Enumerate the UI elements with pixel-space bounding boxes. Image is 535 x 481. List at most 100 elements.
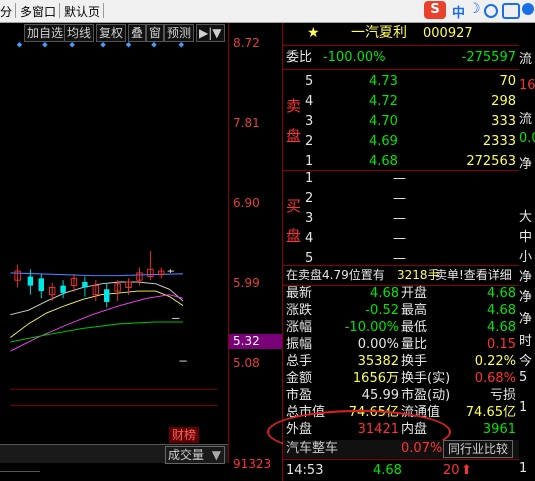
stat-value: 4.68 xyxy=(370,286,399,301)
stat-value: 0.22% xyxy=(474,354,516,369)
industry-compare-button[interactable]: 同行业比较 xyxy=(443,440,514,458)
edge-item: 流 xyxy=(519,112,533,127)
large-order-notice[interactable]: 在卖盘4.79位置有 3218手 卖单!查看详细 xyxy=(283,266,519,285)
buy-level-index: 1 xyxy=(305,171,314,186)
sell-level-price: 4.70 xyxy=(369,114,398,129)
sector-name[interactable]: 汽车整车 xyxy=(286,440,338,458)
buy-level-price: — xyxy=(393,231,406,246)
notice-volume: 3218手 xyxy=(397,268,440,282)
sogou-ime-icon[interactable]: S xyxy=(424,1,446,19)
sector-pct: 0.07% xyxy=(401,441,443,456)
punctuation-icon[interactable] xyxy=(484,4,498,18)
sell-level-price: 4.69 xyxy=(369,134,398,149)
sell-level-volume: 298 xyxy=(491,94,516,109)
tick-time: 14:53 xyxy=(286,463,324,478)
buy-level-index: 3 xyxy=(305,211,314,226)
keyboard-icon[interactable] xyxy=(502,3,520,19)
stat-value: 4.68 xyxy=(487,286,516,301)
stat-value: 74.65亿 xyxy=(465,405,516,420)
stat-value: 0.00% xyxy=(357,337,399,352)
stat-value: 35382 xyxy=(357,354,399,369)
indicator-select[interactable]: 成交量 ▼ xyxy=(165,446,225,464)
stat-label: 市盈 xyxy=(286,388,313,403)
buy-level-index: 4 xyxy=(305,231,314,246)
settings-icon[interactable] xyxy=(522,3,534,15)
stat-label: 开盘 xyxy=(401,286,428,301)
menu-separator xyxy=(15,3,16,18)
sell-level-row[interactable]: 3 4.70 333 xyxy=(283,112,519,131)
stat-row: 涨幅 -10.00% 最低 4.68 xyxy=(283,319,519,336)
ime-mode-chinese[interactable]: 中 xyxy=(452,2,465,21)
buy-level-row[interactable]: 1— xyxy=(283,169,519,188)
stat-label: 市盈(动) xyxy=(401,388,451,403)
stat-row: 振幅 0.00% 量比 0.15 xyxy=(283,336,519,353)
stat-value: 亏损 xyxy=(489,388,516,403)
ma-line-magenta xyxy=(10,294,184,352)
stat-row: 涨跌 -0.52 最高 4.68 xyxy=(283,302,519,319)
stat-label: 涨幅 xyxy=(286,320,313,335)
favorite-star-icon[interactable]: ★ xyxy=(307,23,320,44)
overlay-button[interactable]: 叠 xyxy=(128,24,147,42)
stock-name: 一汽夏利 xyxy=(351,25,407,41)
axis-label: 8.72 xyxy=(233,36,260,50)
ma-line-yellow xyxy=(10,290,184,338)
buy-level-row[interactable]: 3— xyxy=(283,209,519,228)
divider xyxy=(283,45,519,46)
stat-value: 0.15 xyxy=(487,337,516,352)
edge-item: 净 xyxy=(519,270,533,285)
forecast-button[interactable]: 预测 xyxy=(164,24,195,42)
indicator-select-label: 成交量 xyxy=(168,448,205,462)
ma-line-blue xyxy=(10,272,184,277)
stat-label: 金额 xyxy=(286,371,313,386)
axis-label: 5.08 xyxy=(233,356,260,370)
divider xyxy=(283,69,519,70)
quote-panel: ★ 一汽夏利 000927 委比 -100.00% -275597 卖盘 5 4.… xyxy=(267,23,519,481)
kline-chart[interactable] xyxy=(0,42,228,442)
stat-value: 4.68 xyxy=(487,320,516,335)
indicator-bar: 成交量 ▼ xyxy=(0,444,228,464)
ma-line-green xyxy=(10,321,184,343)
notice-link[interactable]: 卖单!查看详细 xyxy=(435,266,512,285)
stat-label: 振幅 xyxy=(286,337,313,352)
edge-item: 5 xyxy=(519,370,528,385)
menu-item-multi-window[interactable]: 多窗口 xyxy=(20,3,56,20)
buy-level-row[interactable]: 4— xyxy=(283,229,519,248)
volume-baseline xyxy=(0,471,40,472)
moon-icon[interactable]: ☽ xyxy=(468,1,481,17)
add-favorite-button[interactable]: 加自选 xyxy=(24,24,67,42)
menu-separator xyxy=(103,3,104,18)
up-arrow-icon: ⬆ xyxy=(461,463,472,478)
candles xyxy=(14,251,187,362)
volume-pane xyxy=(0,463,228,481)
sell-level-volume: 70 xyxy=(499,74,516,89)
sell-level-row[interactable]: 5 4.73 70 xyxy=(283,72,519,91)
right-edge-panel: 流16流0.0净大中小净净净时今511 xyxy=(518,23,535,481)
stat-row: 金额 1656万 换手(实) 0.68% xyxy=(283,370,519,387)
buy-level-row[interactable]: 2— xyxy=(283,189,519,208)
stat-row: 总手 35382 换手 0.22% xyxy=(283,353,519,370)
stat-label: 最低 xyxy=(401,320,428,335)
sell-level-row[interactable]: 4 4.72 298 xyxy=(283,92,519,111)
buy-level-price: — xyxy=(393,171,406,186)
weibi-pct: -100.00% xyxy=(323,50,386,65)
finance-list-badge[interactable]: 财榜 xyxy=(169,427,199,443)
sell-level-index: 3 xyxy=(305,114,314,129)
price-adjust-button[interactable]: 复权 xyxy=(96,24,127,42)
stat-label: 换手 xyxy=(401,354,428,369)
edge-item: 16 xyxy=(519,78,535,93)
stat-label: 换手(实) xyxy=(401,371,451,386)
menu-item-split[interactable]: 分 xyxy=(0,3,12,20)
window-button[interactable]: 窗 xyxy=(146,24,165,42)
edge-item: 0.0 xyxy=(519,131,535,146)
axis-label: 7.81 xyxy=(233,116,260,130)
system-menu-bar: 分 多窗口 默认页 S 中 ☽ xyxy=(0,0,535,23)
weibi-row: 委比 -100.00% -275597 xyxy=(283,48,519,67)
moving-average-button[interactable]: 均线 xyxy=(64,24,95,42)
edge-item: 小 xyxy=(519,250,533,265)
more-tools-button[interactable]: ▶|▼ xyxy=(196,24,225,42)
divider xyxy=(283,459,519,460)
sell-level-row[interactable]: 2 4.69 2333 xyxy=(283,132,519,151)
stat-label: 量比 xyxy=(401,337,428,352)
stock-code: 000927 xyxy=(423,26,473,41)
menu-item-default-page[interactable]: 默认页 xyxy=(64,3,100,20)
